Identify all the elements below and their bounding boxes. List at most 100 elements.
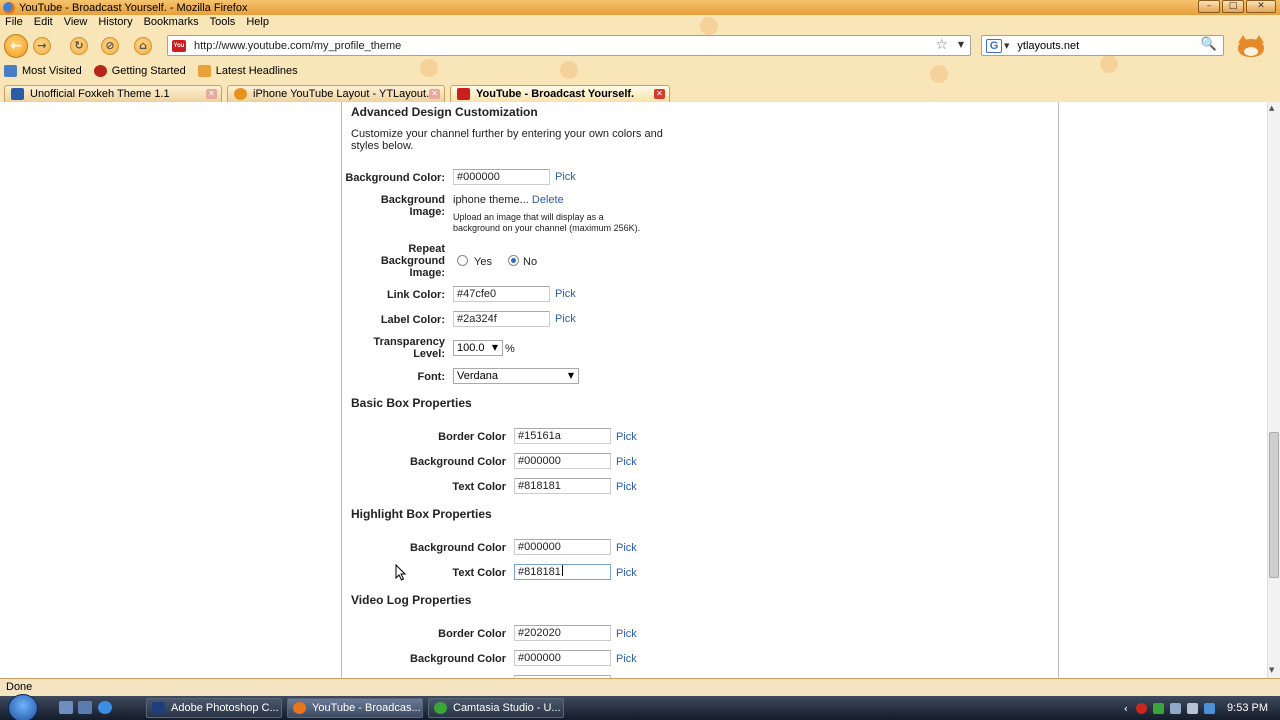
tab-youtube[interactable]: YouTube - Broadcast Yourself. ✕ <box>450 85 670 102</box>
tray-app-icon[interactable] <box>1153 702 1165 714</box>
transparency-select[interactable]: 100.0 ▼ <box>453 340 503 356</box>
bookmark-label: Getting Started <box>111 65 186 77</box>
clock[interactable]: 9:53 PM <box>1227 702 1268 714</box>
videolog-background-label: Background Color <box>410 653 506 665</box>
google-icon[interactable]: G <box>986 38 1002 53</box>
bg-color-pick-link[interactable]: Pick <box>555 171 576 183</box>
menu-edit[interactable]: Edit <box>29 15 59 30</box>
intro-text: styles below. <box>351 140 414 152</box>
delete-image-link[interactable]: Delete <box>532 194 564 206</box>
maximize-button[interactable]: □ <box>1222 0 1244 13</box>
repeat-yes-radio[interactable] <box>457 255 468 266</box>
menu-help[interactable]: Help <box>241 15 275 30</box>
tray-expand-icon[interactable]: ‹ <box>1124 702 1128 715</box>
minimize-button[interactable]: – <box>1198 0 1220 13</box>
basic-text-pick-link[interactable]: Pick <box>616 481 637 493</box>
bookmark-label: Latest Headlines <box>215 65 298 77</box>
search-bar[interactable]: G ▼ ytlayouts.net 🔍 <box>981 35 1224 56</box>
menu-view[interactable]: View <box>59 15 94 30</box>
label-color-pick-link[interactable]: Pick <box>555 313 576 325</box>
basic-border-pick-link[interactable]: Pick <box>616 431 637 443</box>
highlight-text-pick-link[interactable]: Pick <box>616 567 637 579</box>
bookmark-star-icon[interactable]: ☆ <box>935 37 948 53</box>
highlight-background-pick-link[interactable]: Pick <box>616 542 637 554</box>
url-text: http://www.youtube.com/my_profile_theme <box>194 39 402 52</box>
menu-bookmarks[interactable]: Bookmarks <box>139 15 205 30</box>
menu-history[interactable]: History <box>93 15 138 30</box>
label-color-label: Label Color: <box>380 314 445 326</box>
bg-image-name: iphone theme... <box>453 194 529 206</box>
font-select[interactable]: Verdana ▼ <box>453 368 579 384</box>
scrollbar-thumb[interactable] <box>1269 432 1279 578</box>
repeat-no-radio[interactable] <box>508 255 519 266</box>
basic-background-label: Background Color <box>410 456 506 468</box>
browser-chrome: File Edit View History Bookmarks Tools H… <box>0 15 1280 102</box>
highlight-background-input[interactable]: #000000 <box>514 539 611 555</box>
bookmark-latest-headlines[interactable]: Latest Headlines <box>197 65 298 77</box>
youtube-favicon-icon <box>457 88 470 100</box>
videolog-background-input[interactable]: #000000 <box>514 650 611 666</box>
tab-label: YouTube - Broadcast Yourself. <box>476 88 635 100</box>
highlight-background-label: Background Color <box>410 542 506 554</box>
network-icon[interactable] <box>1170 702 1182 714</box>
menu-file[interactable]: File <box>0 15 29 30</box>
bookmark-most-visited[interactable]: Most Visited <box>4 65 82 77</box>
link-color-pick-link[interactable]: Pick <box>555 288 576 300</box>
link-color-label: Link Color: <box>386 289 445 301</box>
tray-blue-icon[interactable] <box>1204 702 1216 714</box>
close-tab-icon[interactable]: ✕ <box>429 89 440 99</box>
basic-background-input[interactable]: #000000 <box>514 453 611 469</box>
reload-button[interactable]: ↻ <box>70 37 88 55</box>
start-button[interactable] <box>8 694 38 720</box>
basic-text-input[interactable]: #818181 <box>514 478 611 494</box>
scroll-down-icon[interactable]: ▼ <box>1269 666 1274 674</box>
highlight-text-value: #818181 <box>518 566 561 578</box>
search-icon[interactable]: 🔍 <box>1201 37 1217 52</box>
menu-tools[interactable]: Tools <box>205 15 242 30</box>
back-button[interactable]: ← <box>4 34 28 58</box>
show-desktop-icon[interactable] <box>59 701 73 714</box>
videolog-border-pick-link[interactable]: Pick <box>616 628 637 640</box>
tab-foxkeh-theme[interactable]: Unofficial Foxkeh Theme 1.1 ✕ <box>4 85 222 102</box>
tab-favicon-icon <box>11 88 24 100</box>
stop-button[interactable]: ⊘ <box>101 37 119 55</box>
close-button[interactable]: ✕ <box>1246 0 1276 13</box>
home-button[interactable]: ⌂ <box>134 37 152 55</box>
taskbar-firefox[interactable]: YouTube - Broadcas... <box>287 698 423 718</box>
videolog-border-input[interactable]: #202020 <box>514 625 611 641</box>
repeat-no-label: No <box>523 256 538 268</box>
transparency-unit: % <box>505 343 515 355</box>
repeat-label: Image: <box>409 267 445 279</box>
basic-border-input[interactable]: #15161a <box>514 428 611 444</box>
url-bar[interactable]: You http://www.youtube.com/my_profile_th… <box>167 35 971 56</box>
volume-icon[interactable] <box>1187 702 1199 714</box>
close-tab-icon[interactable]: ✕ <box>206 89 217 99</box>
column-divider <box>341 102 342 678</box>
window-title: YouTube - Broadcast Yourself. - Mozilla … <box>19 1 248 14</box>
link-color-input[interactable]: #47cfe0 <box>453 286 550 302</box>
close-tab-icon[interactable]: ✕ <box>654 89 665 99</box>
basic-background-pick-link[interactable]: Pick <box>616 456 637 468</box>
tray-record-icon[interactable] <box>1136 702 1148 714</box>
label-color-input[interactable]: #2a324f <box>453 311 550 327</box>
taskbar-photoshop[interactable]: Adobe Photoshop C... <box>146 698 282 718</box>
bg-image-hint: Upload an image that will display as a <box>453 212 604 222</box>
highlight-text-input[interactable]: #818181 <box>514 564 611 580</box>
tab-iphone-layout[interactable]: iPhone YouTube Layout - YTLayout... ✕ <box>227 85 445 102</box>
bg-image-label: Image: <box>409 206 445 218</box>
videolog-background-pick-link[interactable]: Pick <box>616 653 637 665</box>
repeat-yes-label: Yes <box>474 256 492 268</box>
engine-dropdown-icon[interactable]: ▼ <box>1004 42 1009 50</box>
scroll-up-icon[interactable]: ▲ <box>1269 104 1274 112</box>
url-dropdown-icon[interactable]: ▼ <box>958 40 964 49</box>
page-scrollbar[interactable]: ▲ ▼ <box>1267 102 1280 678</box>
internet-explorer-icon[interactable] <box>98 701 112 714</box>
forward-button[interactable]: → <box>33 37 51 55</box>
switch-windows-icon[interactable] <box>78 701 92 714</box>
chevron-down-icon: ▼ <box>491 343 498 352</box>
taskbar-camtasia[interactable]: Camtasia Studio - U... <box>428 698 564 718</box>
bg-color-input[interactable]: #000000 <box>453 169 550 185</box>
firefox-icon <box>3 1 15 14</box>
mouse-pointer-icon <box>395 563 407 582</box>
bookmark-getting-started[interactable]: Getting Started <box>93 65 186 77</box>
